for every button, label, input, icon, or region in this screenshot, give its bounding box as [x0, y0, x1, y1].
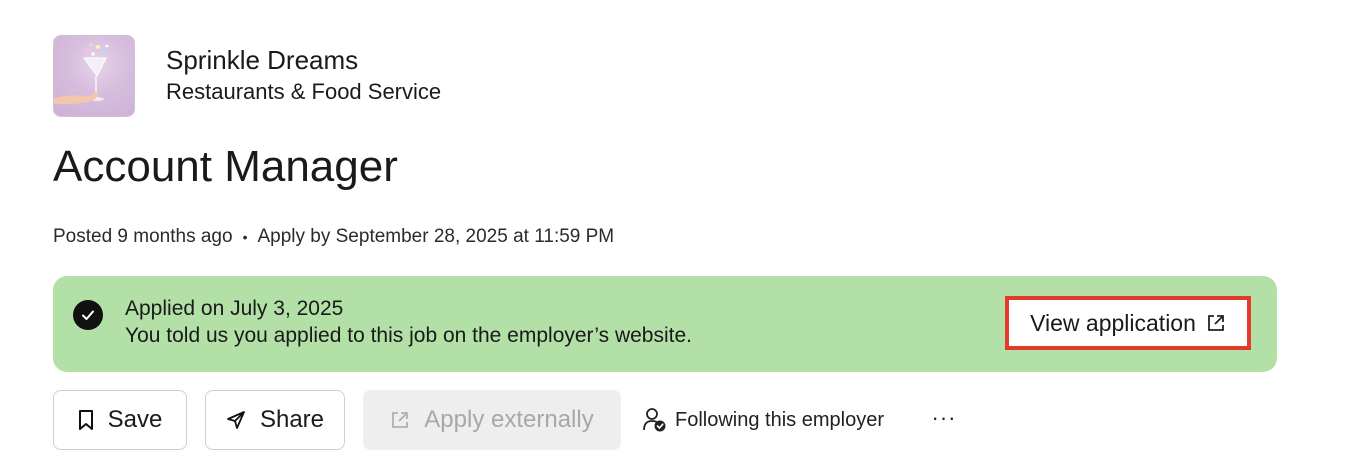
share-button[interactable]: Share: [205, 390, 345, 450]
job-title: Account Manager: [53, 142, 398, 191]
external-link-icon: [390, 410, 410, 430]
applied-message: You told us you applied to this job on t…: [125, 324, 692, 347]
more-options-icon[interactable]: ···: [929, 400, 959, 436]
send-icon: [226, 410, 246, 430]
user-check-icon: [643, 407, 667, 433]
external-link-icon: [1206, 313, 1226, 333]
applied-banner: Applied on July 3, 2025 You told us you …: [53, 276, 1277, 372]
posted-date: Posted 9 months ago: [53, 226, 233, 247]
employer-logo[interactable]: [53, 35, 135, 117]
following-label: Following this employer: [675, 408, 884, 431]
check-circle-icon: [73, 300, 103, 330]
employer-industry: Restaurants & Food Service: [166, 79, 442, 104]
bookmark-icon: [78, 409, 94, 431]
action-bar: Save Share Apply externally Following th…: [53, 390, 1253, 450]
employer-header: Sprinkle Dreams Restaurants & Food Servi…: [53, 35, 441, 117]
employer-name[interactable]: Sprinkle Dreams: [166, 43, 441, 77]
share-label: Share: [259, 406, 325, 433]
save-button[interactable]: Save: [53, 390, 187, 450]
job-meta: Posted 9 months ago • Apply by September…: [53, 224, 614, 250]
apply-externally-button[interactable]: Apply externally: [363, 390, 621, 450]
cocktail-glass-icon: [54, 43, 109, 105]
view-application-button[interactable]: View application: [1005, 296, 1251, 350]
applied-date: Applied on July 3, 2025: [125, 297, 344, 320]
view-application-label: View application: [1030, 309, 1196, 336]
apply-externally-label: Apply externally: [424, 406, 594, 433]
apply-deadline: Apply by September 28, 2025 at 11:59 PM: [257, 226, 615, 247]
following-employer-button[interactable]: Following this employer: [643, 390, 884, 450]
employer-info: Sprinkle Dreams Restaurants & Food Servi…: [166, 43, 441, 107]
save-label: Save: [107, 406, 163, 433]
meta-separator: •: [242, 229, 248, 245]
